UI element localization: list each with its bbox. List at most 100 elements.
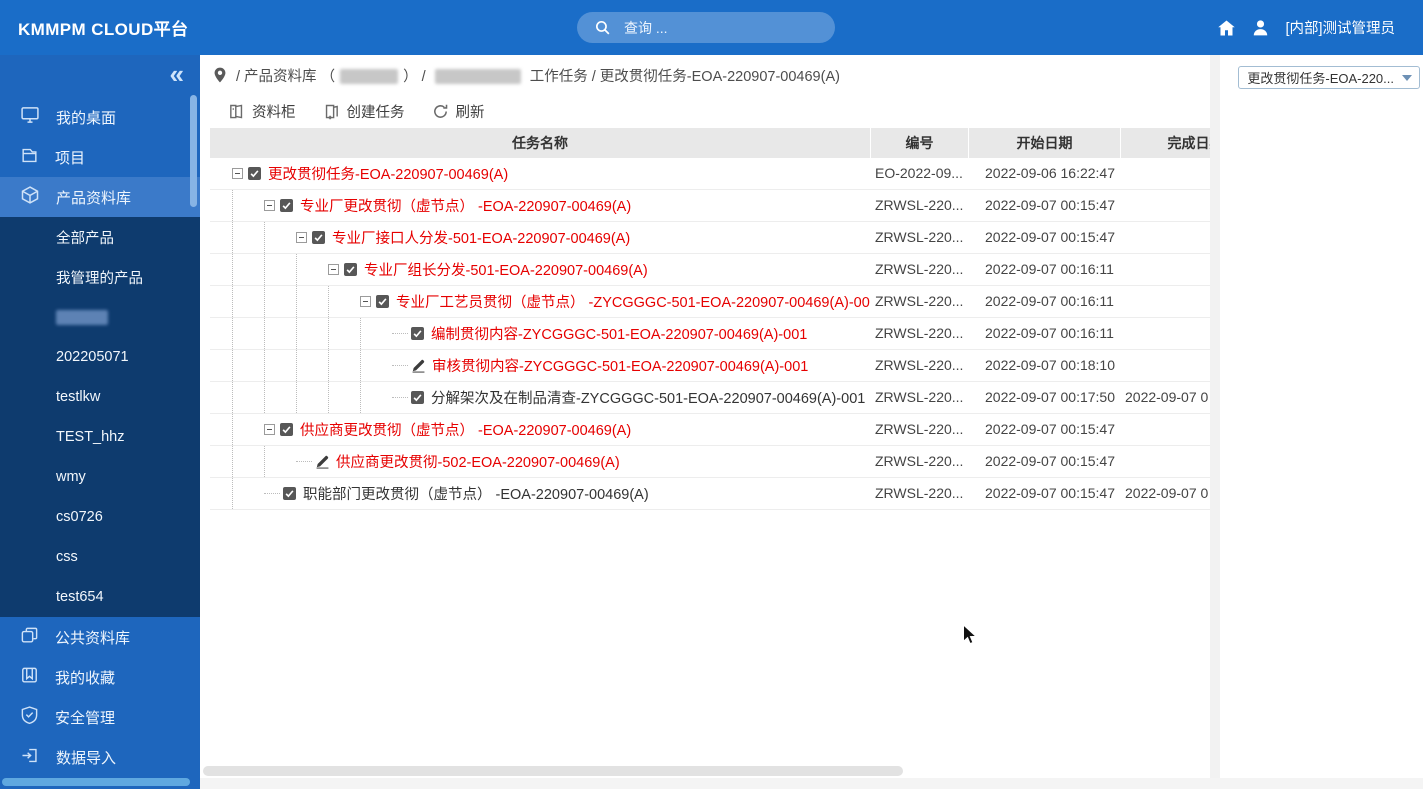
user-icon[interactable] xyxy=(1251,18,1270,37)
home-icon[interactable] xyxy=(1217,19,1236,37)
task-checkbox-icon[interactable] xyxy=(376,295,389,308)
tree-indent-guide xyxy=(264,382,296,413)
sidebar-vertical-scrollbar[interactable] xyxy=(190,95,197,207)
app-logo: KMMPM CLOUD平台 xyxy=(18,20,189,39)
task-checkbox-icon[interactable] xyxy=(411,327,424,340)
refresh-button[interactable]: 刷新 xyxy=(432,101,485,122)
task-name-link[interactable]: 专业厂组长分发-501-EOA-220907-00469(A) xyxy=(364,259,648,280)
sidebar-subitem-test654[interactable]: test654 xyxy=(0,577,200,617)
tree-collapse-icon[interactable] xyxy=(264,424,275,435)
sidebar-item-projects[interactable]: 项目 xyxy=(0,137,200,177)
sidebar-item-public-library[interactable]: 公共资料库 xyxy=(0,617,200,657)
task-checkbox-icon[interactable] xyxy=(411,391,424,404)
sidebar-item-product-library[interactable]: 产品资料库 xyxy=(0,177,200,217)
task-name-cell: 分解架次及在制品清查-ZYCGGGC-501-EOA-220907-00469(… xyxy=(210,382,870,413)
sidebar-horizontal-scrollbar[interactable] xyxy=(2,778,190,786)
table-row[interactable]: 职能部门更改贯彻（虚节点） -EOA-220907-00469(A) ZRWSL-… xyxy=(210,478,1210,510)
tree-indent-guide xyxy=(232,350,264,381)
task-selector-dropdown[interactable]: 更改贯彻任务-EOA-220... xyxy=(1238,66,1420,89)
tree-collapse-icon[interactable] xyxy=(264,200,275,211)
chevron-down-icon xyxy=(1402,74,1412,81)
tree-leaf-connector xyxy=(264,493,280,494)
table-row[interactable]: 专业厂工艺员贯彻（虚节点） -ZYCGGGC-501-EOA-220907-00… xyxy=(210,286,1210,318)
task-name-cell: 供应商更改贯彻-502-EOA-220907-00469(A) xyxy=(210,446,870,477)
search-icon xyxy=(594,19,611,36)
table-row[interactable]: 审核贯彻内容-ZYCGGGC-501-EOA-220907-00469(A)-0… xyxy=(210,350,1210,382)
sidebar-item-my-desktop[interactable]: 我的桌面 xyxy=(0,97,200,137)
task-name-link[interactable]: 专业厂更改贯彻（虚节点） -EOA-220907-00469(A) xyxy=(300,195,631,216)
tree-collapse-icon[interactable] xyxy=(360,296,371,307)
sidebar-collapse-button[interactable]: « xyxy=(170,59,184,89)
task-checkbox-icon[interactable] xyxy=(280,423,293,436)
top-bar: KMMPM CLOUD平台 查询 ... [内部]测试管理员 xyxy=(0,0,1423,55)
cabinet-button[interactable]: 资料柜 xyxy=(228,101,296,122)
sidebar-subitem-cs0726[interactable]: cs0726 xyxy=(0,497,200,537)
sidebar-subitem-css[interactable]: css xyxy=(0,537,200,577)
sidebar-subitem--[interactable]: 全部产品 xyxy=(0,217,200,257)
tree-collapse-icon[interactable] xyxy=(232,168,243,179)
task-number-cell: ZRWSL-220... xyxy=(875,389,964,405)
table-row[interactable]: 供应商更改贯彻-502-EOA-220907-00469(A) ZRWSL-220… xyxy=(210,446,1210,478)
sidebar-subitem--[interactable]: 我管理的产品 xyxy=(0,257,200,297)
task-checkbox-icon[interactable] xyxy=(344,263,357,276)
table-row[interactable]: 供应商更改贯彻（虚节点） -EOA-220907-00469(A) ZRWSL-2… xyxy=(210,414,1210,446)
menu-icon[interactable] xyxy=(1410,23,1423,33)
sidebar-main-items: 我的桌面 项目 产品资料库 xyxy=(0,97,200,217)
sidebar: « 我的桌面 项目 产品资料库 全部产品我管理的产品 202205071 testlkw… xyxy=(0,55,200,789)
copy-icon xyxy=(20,626,39,649)
sidebar-item-label: 安全管理 xyxy=(55,709,116,727)
column-header-task-name[interactable]: 任务名称 xyxy=(210,128,870,158)
task-name-link[interactable]: 供应商更改贯彻（虚节点） -EOA-220907-00469(A) xyxy=(300,419,631,440)
table-row[interactable]: 专业厂组长分发-501-EOA-220907-00469(A) ZRWSL-220… xyxy=(210,254,1210,286)
column-header-start-date[interactable]: 开始日期 xyxy=(968,128,1120,158)
tree-indent-guide xyxy=(232,382,264,413)
create-task-button[interactable]: 创建任务 xyxy=(323,101,405,122)
table-row[interactable]: 编制贯彻内容-ZYCGGGC-501-EOA-220907-00469(A)-0… xyxy=(210,318,1210,350)
sidebar-subitem-redacted[interactable] xyxy=(0,297,200,337)
cube-icon xyxy=(20,185,40,209)
sidebar-item-security-admin[interactable]: 安全管理 xyxy=(0,697,200,737)
tree-collapse-icon[interactable] xyxy=(328,264,339,275)
tree-indent-guide xyxy=(328,286,360,317)
column-header-number[interactable]: 编号 xyxy=(870,128,968,158)
task-name-link[interactable]: 审核贯彻内容-ZYCGGGC-501-EOA-220907-00469(A)-0… xyxy=(432,355,808,376)
task-checkbox-icon[interactable] xyxy=(283,487,296,500)
sidebar-subitem-label: 我管理的产品 xyxy=(56,270,143,287)
task-name-link[interactable]: 编制贯彻内容-ZYCGGGC-501-EOA-220907-00469(A)-0… xyxy=(431,323,807,344)
table-row[interactable]: 专业厂更改贯彻（虚节点） -EOA-220907-00469(A) ZRWSL-2… xyxy=(210,190,1210,222)
start-date-cell: 2022-09-07 00:15:47 xyxy=(985,485,1115,501)
sidebar-item-label: 数据导入 xyxy=(56,749,117,767)
sidebar-item-my-favorites[interactable]: 我的收藏 xyxy=(0,657,200,697)
start-date-cell: 2022-09-07 00:16:11 xyxy=(985,293,1114,309)
column-header-finish-date[interactable]: 完成日期 xyxy=(1120,128,1210,158)
task-name-link[interactable]: 职能部门更改贯彻（虚节点） -EOA-220907-00469(A) xyxy=(303,483,649,504)
table-row[interactable]: 更改贯彻任务-EOA-220907-00469(A) EO-2022-09... 2… xyxy=(210,158,1210,190)
sidebar-subitem-wmy[interactable]: wmy xyxy=(0,457,200,497)
task-name-link[interactable]: 供应商更改贯彻-502-EOA-220907-00469(A) xyxy=(336,451,620,472)
table-row[interactable]: 分解架次及在制品清查-ZYCGGGC-501-EOA-220907-00469(… xyxy=(210,382,1210,414)
task-checkbox-icon[interactable] xyxy=(248,167,261,180)
sidebar-subitem-testlkw[interactable]: testlkw xyxy=(0,377,200,417)
sidebar-item-data-import[interactable]: 数据导入 xyxy=(0,737,200,777)
start-date-cell: 2022-09-07 00:17:50 xyxy=(985,389,1115,405)
table-row[interactable]: 专业厂接口人分发-501-EOA-220907-00469(A) ZRWSL-22… xyxy=(210,222,1210,254)
sidebar-subitem-202205071[interactable]: 202205071 xyxy=(0,337,200,377)
task-name-link[interactable]: 专业厂工艺员贯彻（虚节点） -ZYCGGGC-501-EOA-220907-00… xyxy=(396,291,870,312)
sidebar-subitem-test-hhz[interactable]: TEST_hhz xyxy=(0,417,200,457)
task-number-cell: ZRWSL-220... xyxy=(875,485,964,501)
task-checkbox-icon[interactable] xyxy=(280,199,293,212)
task-name-cell: 专业厂工艺员贯彻（虚节点） -ZYCGGGC-501-EOA-220907-00… xyxy=(210,286,870,317)
pencil-icon xyxy=(411,358,426,373)
tree-collapse-icon[interactable] xyxy=(296,232,307,243)
tree-indent-guide xyxy=(360,318,392,349)
task-name-link[interactable]: 分解架次及在制品清查-ZYCGGGC-501-EOA-220907-00469(… xyxy=(431,387,865,408)
table-horizontal-scrollbar[interactable] xyxy=(203,766,903,776)
import-icon xyxy=(20,746,40,769)
task-name-link[interactable]: 专业厂接口人分发-501-EOA-220907-00469(A) xyxy=(332,227,630,248)
task-name-cell: 更改贯彻任务-EOA-220907-00469(A) xyxy=(210,158,870,189)
task-checkbox-icon[interactable] xyxy=(312,231,325,244)
refresh-icon xyxy=(432,103,449,120)
global-search-input[interactable]: 查询 ... xyxy=(577,12,835,43)
breadcrumb-segments[interactable]: / 产品资料库 （ ） / 工作任务 / 更改贯彻任务-EOA-220907-00… xyxy=(236,65,840,86)
task-name-link[interactable]: 更改贯彻任务-EOA-220907-00469(A) xyxy=(268,163,508,184)
